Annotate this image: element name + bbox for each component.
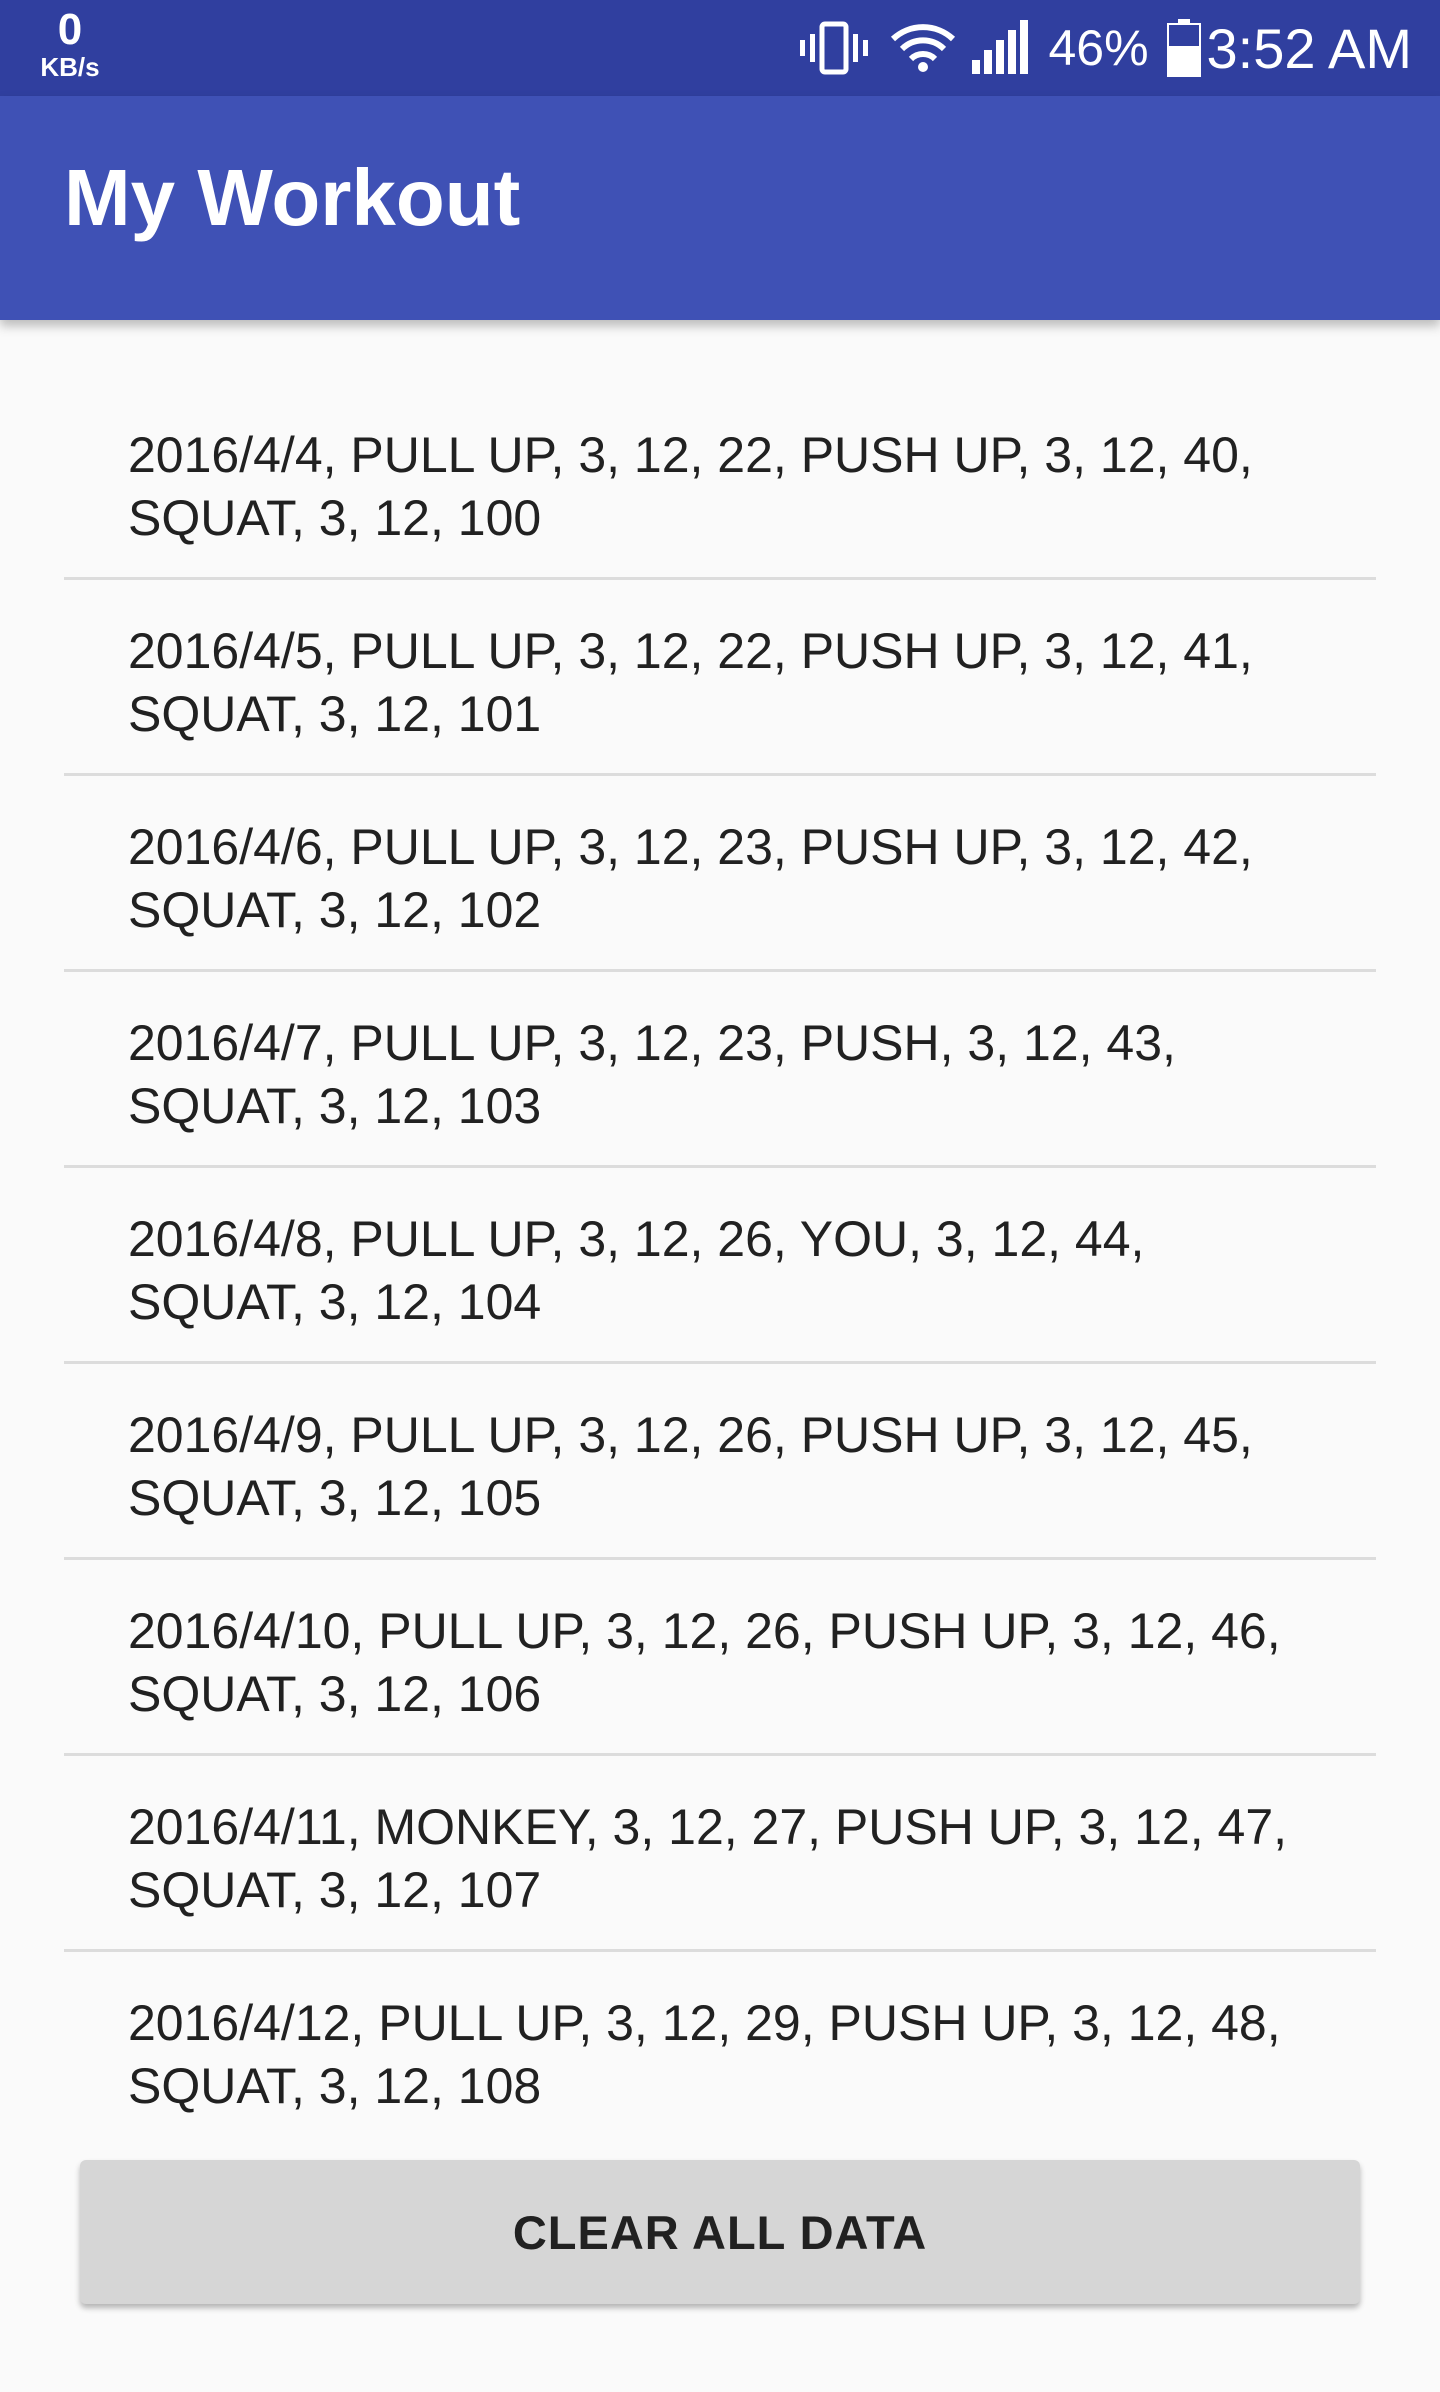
workout-entry-line-1: 2016/4/6, PULL UP, 3, 12, 23, PUSH UP, 3… (128, 819, 1253, 875)
workout-entry-line-1: 2016/4/12, PULL UP, 3, 12, 29, PUSH UP, … (128, 1995, 1281, 2051)
workout-entry-line-1: 2016/4/11, MONKEY, 3, 12, 27, PUSH UP, 3… (128, 1799, 1288, 1855)
workout-entry-line-2: SQUAT, 3, 12, 100 (128, 490, 542, 546)
workout-entry-line-2: SQUAT, 3, 12, 107 (128, 1862, 542, 1918)
app-bar: My Workout (0, 96, 1440, 320)
battery-percent: 46% (1048, 20, 1149, 76)
workout-list-item[interactable]: 2016/4/12, PULL UP, 3, 12, 29, PUSH UP, … (64, 1952, 1376, 2148)
workout-entry-line-2: SQUAT, 3, 12, 108 (128, 2058, 542, 2114)
network-speed-value: 0 (57, 5, 83, 54)
workout-entry-line-2: SQUAT, 3, 12, 102 (128, 882, 542, 938)
wifi-icon (890, 23, 956, 73)
status-icons: 46% 3:52 AM (798, 0, 1412, 96)
workout-entry-line-1: 2016/4/9, PULL UP, 3, 12, 26, PUSH UP, 3… (128, 1407, 1253, 1463)
workout-list-item[interactable]: 2016/4/6, PULL UP, 3, 12, 23, PUSH UP, 3… (64, 776, 1376, 972)
workout-list-item[interactable]: 2016/4/5, PULL UP, 3, 12, 22, PUSH UP, 3… (64, 580, 1376, 776)
workout-list-item[interactable]: 2016/4/4, PULL UP, 3, 12, 22, PUSH UP, 3… (64, 384, 1376, 580)
workout-list-item[interactable]: 2016/4/7, PULL UP, 3, 12, 23, PUSH, 3, 1… (64, 972, 1376, 1168)
signal-icon (970, 20, 1030, 76)
network-speed-indicator: 0 KB/s (34, 5, 106, 82)
workout-entry-line-2: SQUAT, 3, 12, 104 (128, 1274, 542, 1330)
status-bar: 0 KB/s 46% 3:52 AM (0, 0, 1440, 96)
vibrate-icon (798, 20, 870, 76)
workout-list-item[interactable]: 2016/4/11, MONKEY, 3, 12, 27, PUSH UP, 3… (64, 1756, 1376, 1952)
workout-entry-line-1: 2016/4/10, PULL UP, 3, 12, 26, PUSH UP, … (128, 1603, 1281, 1659)
workout-entry-line-1: 2016/4/5, PULL UP, 3, 12, 22, PUSH UP, 3… (128, 623, 1253, 679)
workout-list-item[interactable]: 2016/4/10, PULL UP, 3, 12, 26, PUSH UP, … (64, 1560, 1376, 1756)
page-title: My Workout (64, 153, 521, 242)
workout-entry-line-2: SQUAT, 3, 12, 103 (128, 1078, 542, 1134)
workout-list-item[interactable]: 2016/4/8, PULL UP, 3, 12, 26, YOU, 3, 12… (64, 1168, 1376, 1364)
workout-entry-line-2: SQUAT, 3, 12, 101 (128, 686, 542, 742)
network-speed-unit: KB/s (40, 52, 100, 82)
workout-list: 2016/4/4, PULL UP, 3, 12, 22, PUSH UP, 3… (64, 384, 1376, 2148)
workout-list-item[interactable]: 2016/4/9, PULL UP, 3, 12, 26, PUSH UP, 3… (64, 1364, 1376, 1560)
workout-entry-line-2: SQUAT, 3, 12, 105 (128, 1470, 542, 1526)
battery-icon (1166, 19, 1201, 77)
status-clock: 3:52 AM (1206, 16, 1412, 80)
workout-entry-line-1: 2016/4/4, PULL UP, 3, 12, 22, PUSH UP, 3… (128, 427, 1253, 483)
clear-all-data-button[interactable]: CLEAR ALL DATA (80, 2160, 1360, 2304)
workout-entry-line-2: SQUAT, 3, 12, 106 (128, 1666, 542, 1722)
workout-entry-line-1: 2016/4/8, PULL UP, 3, 12, 26, YOU, 3, 12… (128, 1211, 1145, 1267)
workout-entry-line-1: 2016/4/7, PULL UP, 3, 12, 23, PUSH, 3, 1… (128, 1015, 1176, 1071)
